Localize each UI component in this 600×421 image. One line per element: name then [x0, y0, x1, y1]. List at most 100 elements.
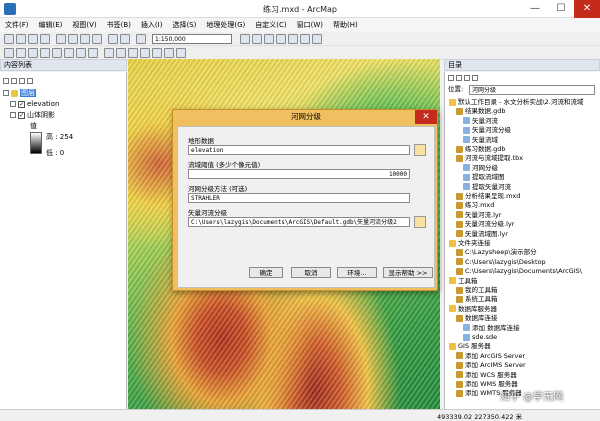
identify-icon[interactable]: [140, 48, 150, 58]
catalog-item[interactable]: 矢量河流.lyr: [456, 211, 501, 220]
browse-folder-icon[interactable]: [414, 144, 426, 156]
paste-icon[interactable]: [80, 34, 90, 44]
catalog-item[interactable]: 添加 数据库连接: [463, 324, 520, 333]
menu-insert[interactable]: 插入(I): [136, 18, 168, 32]
zoom-out-icon[interactable]: [16, 48, 26, 58]
catalog-item[interactable]: 提取流域图: [463, 173, 505, 182]
full-extent-icon[interactable]: [40, 48, 50, 58]
catalog-item[interactable]: 文件夹连接: [449, 239, 491, 248]
clear-selection-icon[interactable]: [116, 48, 126, 58]
list-by-source-icon[interactable]: [11, 78, 17, 84]
terrain-data-select[interactable]: elevation: [188, 145, 410, 155]
catalog-location-input[interactable]: 河网分级: [469, 85, 595, 95]
menu-file[interactable]: 文件(F): [0, 18, 34, 32]
hyperlink-icon[interactable]: [176, 48, 186, 58]
cut-icon[interactable]: [56, 34, 66, 44]
select-elements-icon[interactable]: [128, 48, 138, 58]
model-builder-icon[interactable]: [312, 34, 322, 44]
measure-icon[interactable]: [164, 48, 174, 58]
menu-bookmarks[interactable]: 书签(B): [102, 18, 136, 32]
menu-selection[interactable]: 选择(S): [167, 18, 201, 32]
ok-button[interactable]: 确定: [249, 267, 283, 278]
catalog-item[interactable]: C:\Lazysheep\演示部分: [456, 248, 537, 257]
catalog-item[interactable]: 练习.mxd: [456, 201, 494, 210]
environments-button[interactable]: 环境...: [337, 267, 377, 278]
catalog-item[interactable]: GIS 服务器: [449, 342, 491, 351]
fixed-zoom-in-icon[interactable]: [52, 48, 62, 58]
python-icon[interactable]: [300, 34, 310, 44]
arctoolbox-icon[interactable]: [288, 34, 298, 44]
up-one-level-icon[interactable]: [448, 75, 454, 81]
editor-icon[interactable]: [240, 34, 250, 44]
catalog-item[interactable]: 矢量流域: [463, 136, 498, 145]
menu-geoprocessing[interactable]: 地理处理(G): [201, 18, 250, 32]
collapse-icon[interactable]: [10, 112, 16, 118]
threshold-input[interactable]: 10000: [188, 169, 410, 179]
table-icon[interactable]: [252, 34, 262, 44]
home-icon[interactable]: [456, 75, 462, 81]
list-by-visibility-icon[interactable]: [19, 78, 25, 84]
maximize-button[interactable]: ☐: [548, 0, 574, 18]
catalog-item[interactable]: 河网分级: [463, 164, 498, 173]
open-icon[interactable]: [16, 34, 26, 44]
menu-help[interactable]: 帮助(H): [328, 18, 363, 32]
stream-order-method-select[interactable]: STRAHLER: [188, 193, 410, 203]
toggle-contents-icon[interactable]: [472, 75, 478, 81]
catalog-item[interactable]: C:\Users\lazygis\Desktop: [456, 258, 546, 267]
copy-icon[interactable]: [68, 34, 78, 44]
new-icon[interactable]: [4, 34, 14, 44]
catalog-item[interactable]: 矢量河流分级: [463, 126, 511, 135]
delete-icon[interactable]: [92, 34, 102, 44]
menu-windows[interactable]: 窗口(W): [292, 18, 328, 32]
catalog-item[interactable]: 矢量流域图.lyr: [456, 230, 508, 239]
search-icon[interactable]: [276, 34, 286, 44]
dialog-close-button[interactable]: ✕: [415, 110, 437, 124]
minimize-button[interactable]: —: [522, 0, 548, 18]
toc-layer-elevation[interactable]: ✓ elevation: [10, 99, 59, 109]
select-features-icon[interactable]: [104, 48, 114, 58]
catalog-item[interactable]: 河流与流域提取.tbx: [456, 154, 523, 163]
find-icon[interactable]: [152, 48, 162, 58]
output-path-input[interactable]: C:\Users\lazygis\Documents\ArcGIS\Defaul…: [188, 217, 410, 227]
catalog-item[interactable]: 结果数据.gdb: [456, 107, 505, 116]
catalog-item[interactable]: 矢量河流: [463, 117, 498, 126]
catalog-item[interactable]: 添加 ArcIMS Server: [456, 361, 526, 370]
layer-visibility-checkbox[interactable]: ✓: [18, 111, 25, 119]
list-by-drawing-order-icon[interactable]: [3, 78, 9, 84]
show-help-button[interactable]: 显示帮助 >>: [383, 267, 433, 278]
catalog-item[interactable]: sde.sde: [463, 333, 497, 342]
list-by-selection-icon[interactable]: [27, 78, 33, 84]
catalog-item[interactable]: 练习数据.gdb: [456, 145, 505, 154]
forward-icon[interactable]: [88, 48, 98, 58]
catalog-item[interactable]: 提取矢量河流: [463, 183, 511, 192]
collapse-icon[interactable]: [3, 90, 9, 96]
undo-icon[interactable]: [108, 34, 118, 44]
catalog-item[interactable]: C:\Users\lazygis\Documents\ArcGIS\: [456, 267, 582, 276]
add-data-icon[interactable]: [136, 34, 146, 44]
redo-icon[interactable]: [120, 34, 130, 44]
menu-customize[interactable]: 自定义(C): [250, 18, 291, 32]
catalog-item[interactable]: 添加 ArcGIS Server: [456, 352, 525, 361]
layer-visibility-checkbox[interactable]: ✓: [18, 100, 25, 108]
back-icon[interactable]: [76, 48, 86, 58]
catalog-item[interactable]: 系统工具箱: [456, 295, 498, 304]
close-button[interactable]: ✕: [574, 0, 600, 18]
catalog-item[interactable]: 默认工作目录 - 水文分析实战\2.河流和流域: [449, 98, 583, 107]
zoom-in-icon[interactable]: [4, 48, 14, 58]
catalog-item[interactable]: 数据库服务器: [449, 305, 497, 314]
cancel-button[interactable]: 取消: [291, 267, 331, 278]
catalog-item[interactable]: 工具箱: [449, 277, 478, 286]
catalog-item[interactable]: 分析结果呈现.mxd: [456, 192, 520, 201]
fixed-zoom-out-icon[interactable]: [64, 48, 74, 58]
catalog-item[interactable]: 添加 WCS 服务器: [456, 371, 517, 380]
catalog-item[interactable]: 我的工具箱: [456, 286, 498, 295]
connect-folder-icon[interactable]: [464, 75, 470, 81]
catalog-icon[interactable]: [264, 34, 274, 44]
menu-edit[interactable]: 编辑(E): [34, 18, 68, 32]
toc-layer-hillshade[interactable]: ✓ 山体阴影: [10, 110, 55, 120]
menu-view[interactable]: 视图(V): [67, 18, 101, 32]
print-icon[interactable]: [40, 34, 50, 44]
toc-layer-group[interactable]: 图层: [3, 88, 36, 98]
browse-folder-icon[interactable]: [414, 216, 426, 228]
catalog-item[interactable]: 数据库连接: [456, 314, 498, 323]
